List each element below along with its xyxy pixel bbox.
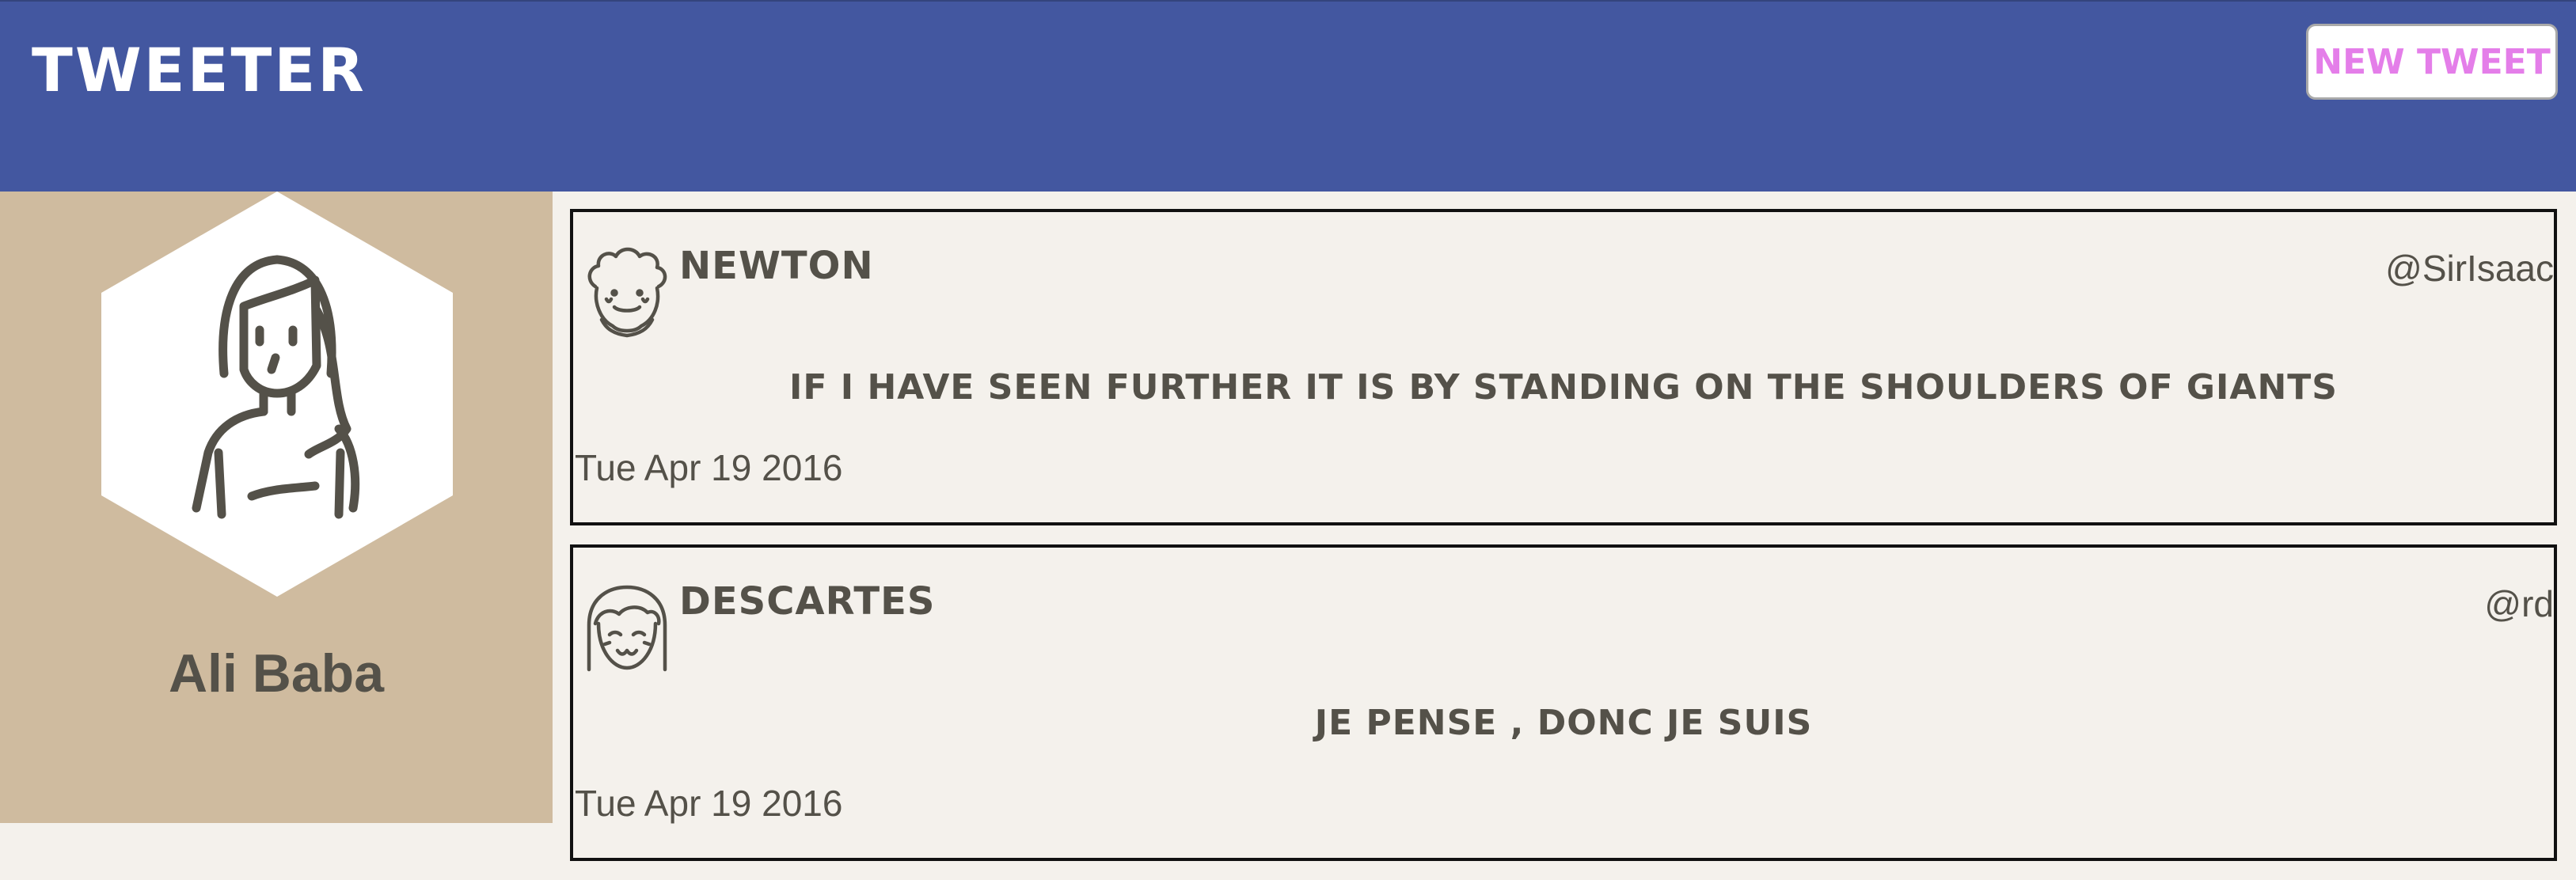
woman-avatar-icon (101, 192, 453, 597)
tweet-author: NEWTON (679, 244, 874, 288)
tweet-card: DESCARTES @rd JE PENSE , DONC JE SUIS Tu… (570, 544, 2557, 861)
profile-panel: Ali Baba (0, 192, 553, 823)
profile-name: Ali Baba (168, 643, 385, 704)
tweet-date: Tue Apr 19 2016 (575, 783, 843, 824)
tweet-author: DESCARTES (679, 579, 936, 624)
new-tweet-button[interactable]: NEW TWEET (2306, 24, 2558, 100)
brand-logo[interactable]: TWEETER (32, 35, 367, 105)
tweet-list: NEWTON @SirIsaac IF I HAVE SEEN FURTHER … (570, 209, 2557, 880)
top-nav: TWEETER NEW TWEET (0, 0, 2576, 192)
tweet-content: IF I HAVE SEEN FURTHER IT IS BY STANDING… (789, 367, 2338, 408)
tweet-date: Tue Apr 19 2016 (575, 447, 843, 488)
tweet-card: NEWTON @SirIsaac IF I HAVE SEEN FURTHER … (570, 209, 2557, 525)
bob-hair-woman-icon (587, 585, 667, 672)
tweet-handle[interactable]: @rd (2484, 582, 2554, 625)
tweet-handle[interactable]: @SirIsaac (2385, 247, 2554, 290)
curly-hair-man-icon (587, 247, 667, 338)
tweet-content: JE PENSE , DONC JE SUIS (1314, 703, 1813, 743)
